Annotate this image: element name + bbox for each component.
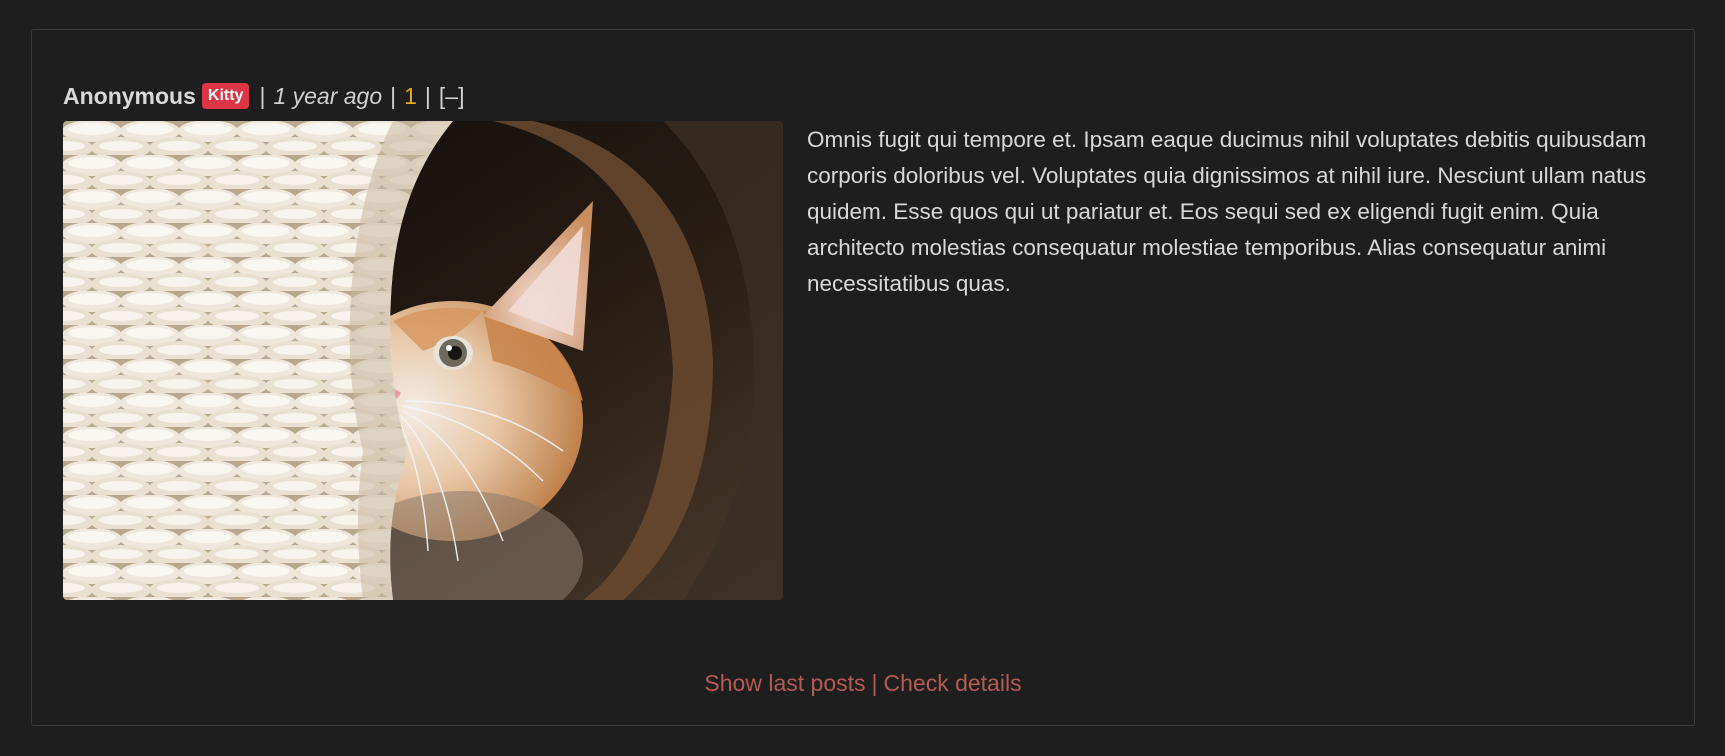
footer-separator: |: [871, 670, 878, 696]
post-body-text: Omnis fugit qui tempore et. Ipsam eaque …: [807, 127, 1647, 296]
check-details-link[interactable]: Check details: [884, 670, 1022, 696]
post-header: Anonymous Kitty | 1 year ago | 1 | [–]: [63, 81, 464, 111]
post-timestamp: 1 year ago: [273, 82, 383, 109]
post-card: Anonymous Kitty | 1 year ago | 1 | [–] O…: [31, 29, 1695, 726]
post-number-link[interactable]: 1: [404, 83, 417, 110]
post-footer: Show last posts | Check details: [32, 670, 1694, 697]
author-name: Anonymous: [63, 82, 196, 109]
show-last-posts-link[interactable]: Show last posts: [704, 670, 865, 696]
header-separator: |: [424, 82, 431, 109]
user-badge: Kitty: [201, 83, 250, 109]
header-separator: |: [390, 82, 397, 109]
collapse-toggle[interactable]: [–]: [439, 83, 465, 110]
post-image-kitten[interactable]: [63, 121, 783, 600]
header-separator: |: [259, 82, 266, 109]
